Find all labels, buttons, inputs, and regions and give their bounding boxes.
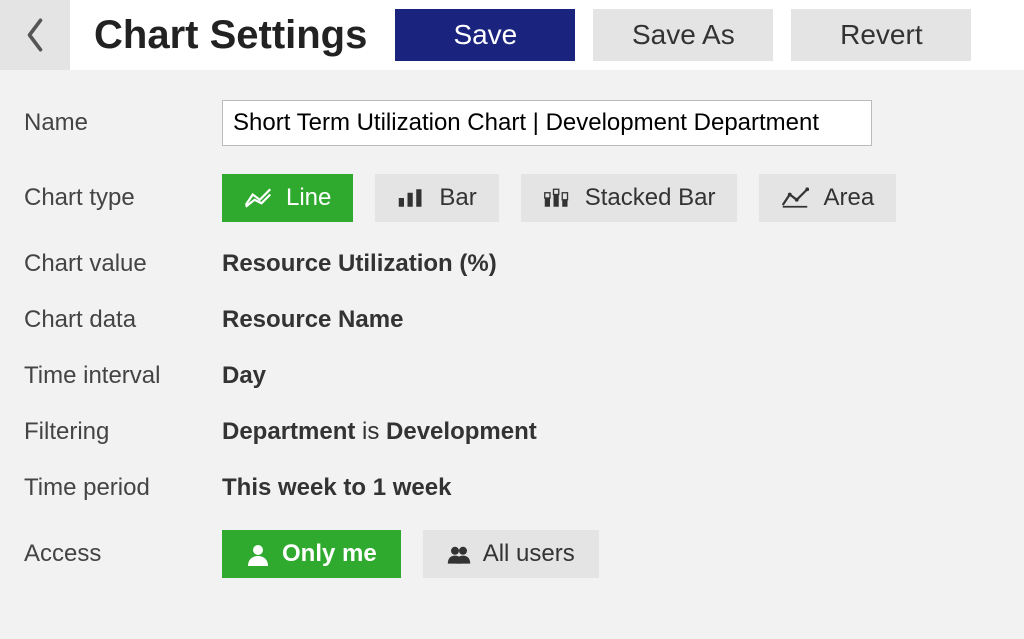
row-time-interval: Time interval Day	[24, 362, 1000, 390]
access-only-me-label: Only me	[282, 540, 377, 568]
chart-type-stacked-bar-label: Stacked Bar	[585, 184, 716, 212]
value-chart-data[interactable]: Resource Name	[222, 306, 403, 334]
access-only-me[interactable]: Only me	[222, 530, 401, 578]
save-button[interactable]: Save	[395, 9, 575, 61]
row-access: Access Only me All users	[24, 530, 1000, 578]
chart-type-stacked-bar[interactable]: Stacked Bar	[521, 174, 738, 222]
access-all-users-label: All users	[483, 540, 575, 568]
line-chart-icon	[244, 187, 272, 209]
chart-type-area-label: Area	[823, 184, 874, 212]
row-chart-data: Chart data Resource Name	[24, 306, 1000, 334]
area-chart-icon	[781, 187, 809, 209]
value-filtering[interactable]: Department is Development	[222, 418, 537, 446]
label-time-period: Time period	[24, 474, 222, 502]
label-filtering: Filtering	[24, 418, 222, 446]
chart-type-line-label: Line	[286, 184, 331, 212]
chart-type-group: Line Bar Stacked Ba	[222, 174, 896, 222]
header-buttons: Save Save As Revert	[395, 0, 991, 70]
back-button[interactable]	[0, 0, 70, 70]
value-time-period[interactable]: This week to 1 week	[222, 474, 451, 502]
row-filtering: Filtering Department is Development	[24, 418, 1000, 446]
label-chart-type: Chart type	[24, 184, 222, 212]
label-chart-value: Chart value	[24, 250, 222, 278]
users-icon	[447, 542, 471, 566]
chart-type-line[interactable]: Line	[222, 174, 353, 222]
label-chart-data: Chart data	[24, 306, 222, 334]
label-access: Access	[24, 540, 222, 568]
chart-type-bar-label: Bar	[439, 184, 476, 212]
value-chart-value[interactable]: Resource Utilization (%)	[222, 250, 497, 278]
stacked-bar-chart-icon	[543, 187, 571, 209]
filter-value: Development	[386, 418, 537, 445]
row-chart-type: Chart type Line Bar	[24, 174, 1000, 222]
access-all-users[interactable]: All users	[423, 530, 599, 578]
settings-form: Name Chart type Line Bar	[0, 70, 1024, 578]
value-time-interval[interactable]: Day	[222, 362, 266, 390]
filter-op: is	[355, 418, 386, 445]
row-name: Name	[24, 100, 1000, 146]
label-time-interval: Time interval	[24, 362, 222, 390]
name-input[interactable]	[222, 100, 872, 146]
user-icon	[246, 542, 270, 566]
header-bar: Chart Settings Save Save As Revert	[0, 0, 1024, 70]
access-group: Only me All users	[222, 530, 599, 578]
chevron-left-icon	[24, 16, 46, 54]
revert-button[interactable]: Revert	[791, 9, 971, 61]
row-chart-value: Chart value Resource Utilization (%)	[24, 250, 1000, 278]
chart-type-bar[interactable]: Bar	[375, 174, 498, 222]
chart-type-area[interactable]: Area	[759, 174, 896, 222]
label-name: Name	[24, 109, 222, 137]
filter-field: Department	[222, 418, 355, 445]
bar-chart-icon	[397, 187, 425, 209]
row-time-period: Time period This week to 1 week	[24, 474, 1000, 502]
page-title: Chart Settings	[70, 0, 395, 70]
save-as-button[interactable]: Save As	[593, 9, 773, 61]
